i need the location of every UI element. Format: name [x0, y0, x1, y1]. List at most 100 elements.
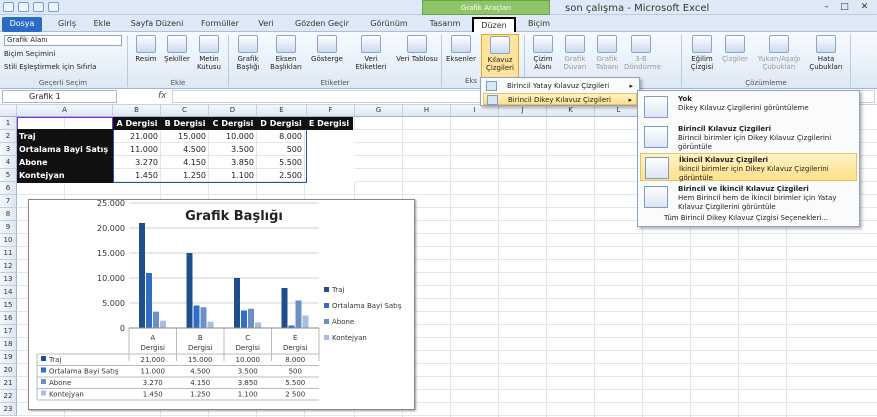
table-header-cell[interactable]: C Dergisi: [209, 117, 257, 130]
column-header[interactable]: B: [113, 105, 161, 117]
error-bars-button[interactable]: Hata Çubukları: [808, 34, 844, 78]
row-header[interactable]: 18: [0, 338, 17, 351]
axes-button[interactable]: Eksenler: [444, 34, 478, 78]
legend-button[interactable]: Gösterge: [308, 34, 346, 78]
fx-icon[interactable]: fx: [158, 91, 167, 101]
column-header[interactable]: D: [209, 105, 257, 117]
tab-tasarim[interactable]: Tasarım: [424, 17, 466, 32]
bar-abone[interactable]: [248, 308, 254, 328]
column-header[interactable]: I: [451, 105, 499, 117]
submenu-minor[interactable]: İkincil Kılavuz Çizgileri İkincil birimle…: [640, 153, 857, 182]
bar-kontejyan[interactable]: [255, 322, 261, 329]
column-header[interactable]: K: [547, 105, 595, 117]
row-header[interactable]: 5: [0, 169, 17, 182]
legend-entry[interactable]: Traj: [331, 286, 344, 294]
bar-ortalama-bayi-satış[interactable]: [193, 305, 200, 329]
bar-kontejyan[interactable]: [207, 321, 214, 328]
bar-traj[interactable]: [281, 288, 288, 328]
row-header[interactable]: 19: [0, 351, 17, 364]
tab-duzen[interactable]: Düzen: [472, 17, 516, 32]
column-header[interactable]: F: [307, 105, 355, 117]
tab-bicim[interactable]: Biçim: [522, 17, 556, 32]
bar-abone[interactable]: [200, 307, 207, 328]
more-gridline-options[interactable]: Tüm Birincil Dikey Kılavuz Çizgisi Seçen…: [664, 214, 828, 222]
picture-button[interactable]: Resim: [132, 34, 160, 78]
row-header[interactable]: 15: [0, 299, 17, 312]
column-header[interactable]: E: [257, 105, 307, 117]
tab-dosya[interactable]: Dosya: [2, 17, 42, 32]
name-box[interactable]: Grafik 1: [2, 90, 117, 103]
plot-area-button[interactable]: Çizim Alanı: [528, 34, 558, 78]
table-cell-empty[interactable]: [307, 130, 355, 143]
table-header-cell[interactable]: B Dergisi: [161, 117, 209, 130]
row-header[interactable]: 22: [0, 390, 17, 403]
row-header[interactable]: 7: [0, 195, 17, 208]
legend-entry[interactable]: Kontejyan: [332, 334, 367, 342]
row-header[interactable]: 6: [0, 182, 17, 195]
table-row-label[interactable]: Ortalama Bayi Satış: [17, 143, 113, 156]
chart-title[interactable]: Grafik Başlığı: [185, 209, 283, 224]
column-header[interactable]: C: [161, 105, 209, 117]
undo-icon[interactable]: [33, 2, 44, 12]
redo-icon[interactable]: [48, 2, 59, 12]
column-header[interactable]: G: [355, 105, 403, 117]
row-header[interactable]: 14: [0, 286, 17, 299]
row-header[interactable]: 4: [0, 156, 17, 169]
submenu-none[interactable]: Yok Dikey Kılavuz Çizgilerini görüntüleme: [640, 93, 857, 121]
updown-bars-button[interactable]: Yukarı/Aşağı Çubukları: [752, 34, 806, 78]
submenu-major-minor[interactable]: Birincil ve İkincil Kılavuz Çizgileri Hem…: [640, 183, 857, 211]
tab-formuller[interactable]: Formüller: [196, 17, 244, 32]
table-cell-empty[interactable]: [307, 143, 355, 156]
row-header[interactable]: 17: [0, 325, 17, 338]
menu-horizontal-gridlines[interactable]: Birincil Yatay Kılavuz Çizgileri ▸: [483, 80, 637, 92]
axis-titles-button[interactable]: Eksen Başlıkları: [268, 34, 304, 78]
row-header[interactable]: 21: [0, 377, 17, 390]
data-labels-button[interactable]: Veri Etiketleri: [350, 34, 392, 78]
tab-ekle[interactable]: Ekle: [88, 17, 116, 32]
bar-kontejyan[interactable]: [160, 320, 166, 328]
menu-vertical-gridlines[interactable]: Birincil Dikey Kılavuz Çizgileri ▸: [483, 93, 637, 105]
tab-giris[interactable]: Giriş: [52, 17, 82, 32]
table-header-cell[interactable]: E Dergisi: [305, 117, 353, 130]
format-selection-button[interactable]: Biçim Seçimini: [4, 50, 55, 58]
reset-style-button[interactable]: Stili Eşleştirmek için Sıfırla: [4, 63, 96, 71]
column-header[interactable]: H: [403, 105, 451, 117]
column-header[interactable]: L: [595, 105, 643, 117]
chart-object[interactable]: 0 5.000 10.000 15.000 20.000 25.000 A Dergisi B D…: [28, 199, 415, 410]
row-header[interactable]: 1: [0, 117, 17, 130]
data-table-button[interactable]: Veri Tablosu: [396, 34, 438, 78]
textbox-button[interactable]: Metin Kutusu: [194, 34, 224, 78]
bar-kontejyan[interactable]: [302, 315, 309, 329]
bar-ortalama-bayi-satış[interactable]: [241, 310, 247, 329]
chart-title-button[interactable]: Grafik Başlığı: [232, 34, 264, 78]
close-button[interactable]: ✕: [856, 2, 873, 13]
bar-traj[interactable]: [234, 278, 240, 328]
row-header[interactable]: 12: [0, 260, 17, 273]
tab-sayfa-duzeni[interactable]: Sayfa Düzeni: [124, 17, 190, 32]
row-header[interactable]: 8: [0, 208, 17, 221]
legend-entry[interactable]: Abone: [332, 318, 354, 326]
tab-gorunum[interactable]: Görünüm: [366, 17, 412, 32]
tab-veri[interactable]: Veri: [252, 17, 280, 32]
table-row-label[interactable]: Kontejyan: [17, 169, 113, 182]
maximize-button[interactable]: □: [836, 2, 853, 13]
tab-gozden-gecir[interactable]: Gözden Geçir: [290, 17, 354, 32]
row-header[interactable]: 13: [0, 273, 17, 286]
table-row-label[interactable]: Traj: [17, 130, 113, 143]
shapes-button[interactable]: Şekiller: [162, 34, 192, 78]
column-header[interactable]: J: [499, 105, 547, 117]
chart-floor-button[interactable]: Grafik Tabanı: [592, 34, 622, 78]
table-row-label[interactable]: Abone: [17, 156, 113, 169]
bar-traj[interactable]: [186, 253, 193, 328]
row-header[interactable]: 16: [0, 312, 17, 325]
trendline-button[interactable]: Eğilim Çizgisi: [686, 34, 718, 78]
gridlines-button[interactable]: Kılavuz Çizgileri: [481, 34, 519, 78]
submenu-major[interactable]: Birincil Kılavuz Çizgileri Birincil birim…: [640, 123, 857, 151]
table-cell-empty[interactable]: [307, 156, 355, 169]
bar-ortalama-bayi-satış[interactable]: [146, 273, 152, 328]
save-icon[interactable]: [18, 2, 29, 12]
legend-entry[interactable]: Ortalama Bayi Satış: [332, 302, 402, 310]
table-header-cell[interactable]: D Dergisi: [257, 117, 305, 130]
bar-abone[interactable]: [295, 300, 302, 329]
chart-element-select[interactable]: Grafik Alanı: [4, 35, 122, 46]
